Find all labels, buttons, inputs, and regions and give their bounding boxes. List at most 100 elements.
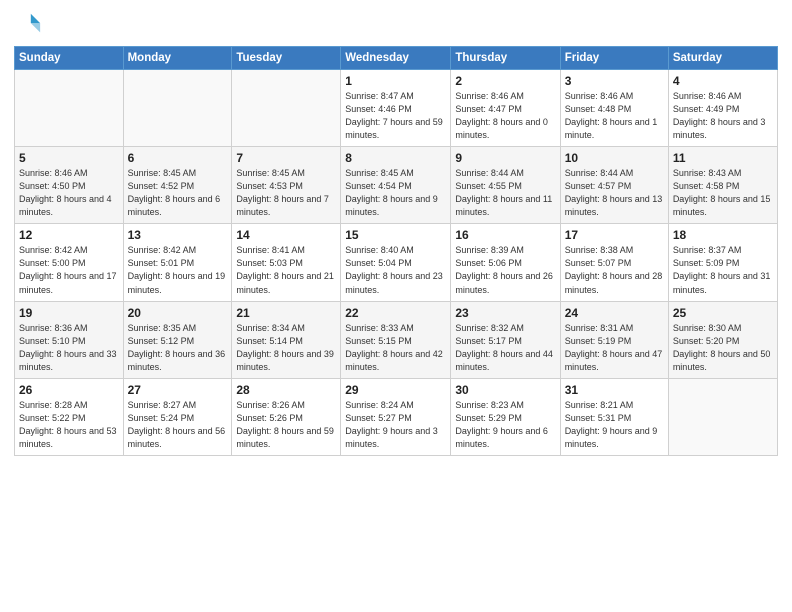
week-row-1: 1Sunrise: 8:47 AM Sunset: 4:46 PM Daylig… xyxy=(15,70,778,147)
day-cell: 9Sunrise: 8:44 AM Sunset: 4:55 PM Daylig… xyxy=(451,147,560,224)
day-number: 20 xyxy=(128,306,228,320)
day-cell: 29Sunrise: 8:24 AM Sunset: 5:27 PM Dayli… xyxy=(341,378,451,455)
day-number: 24 xyxy=(565,306,664,320)
day-cell: 10 Sunrise: 8:44 AM Sunset: 4:57 PM Dayli… xyxy=(560,147,668,224)
day-number: 4 xyxy=(673,74,773,88)
week-row-3: 12 Sunrise: 8:42 AM Sunset: 5:00 PM Dayli… xyxy=(15,224,778,301)
day-cell xyxy=(668,378,777,455)
day-cell: 12 Sunrise: 8:42 AM Sunset: 5:00 PM Dayli… xyxy=(15,224,124,301)
day-info: Sunrise: 8:40 AM Sunset: 5:04 PM Dayligh… xyxy=(345,244,446,296)
day-cell: 20 Sunrise: 8:35 AM Sunset: 5:12 PM Dayli… xyxy=(123,301,232,378)
weekday-header-wednesday: Wednesday xyxy=(341,47,451,70)
day-cell: 22Sunrise: 8:33 AM Sunset: 5:15 PM Dayli… xyxy=(341,301,451,378)
header xyxy=(14,10,778,38)
day-number: 10 xyxy=(565,151,664,165)
day-number: 8 xyxy=(345,151,446,165)
day-cell xyxy=(15,70,124,147)
calendar-table: SundayMondayTuesdayWednesdayThursdayFrid… xyxy=(14,46,778,456)
day-cell: 17 Sunrise: 8:38 AM Sunset: 5:07 PM Dayli… xyxy=(560,224,668,301)
weekday-header-monday: Monday xyxy=(123,47,232,70)
day-info: Sunrise: 8:43 AM Sunset: 4:58 PM Dayligh… xyxy=(673,167,773,219)
weekday-header-tuesday: Tuesday xyxy=(232,47,341,70)
day-cell: 30 Sunrise: 8:23 AM Sunset: 5:29 PM Dayli… xyxy=(451,378,560,455)
day-info: Sunrise: 8:23 AM Sunset: 5:29 PM Dayligh… xyxy=(455,399,555,451)
day-info: Sunrise: 8:45 AM Sunset: 4:52 PM Dayligh… xyxy=(128,167,228,219)
weekday-header-thursday: Thursday xyxy=(451,47,560,70)
day-cell: 18 Sunrise: 8:37 AM Sunset: 5:09 PM Dayli… xyxy=(668,224,777,301)
day-cell: 15 Sunrise: 8:40 AM Sunset: 5:04 PM Dayli… xyxy=(341,224,451,301)
day-info: Sunrise: 8:46 AM Sunset: 4:49 PM Dayligh… xyxy=(673,90,773,142)
day-cell: 21 Sunrise: 8:34 AM Sunset: 5:14 PM Dayli… xyxy=(232,301,341,378)
weekday-header-row: SundayMondayTuesdayWednesdayThursdayFrid… xyxy=(15,47,778,70)
day-number: 22 xyxy=(345,306,446,320)
day-number: 23 xyxy=(455,306,555,320)
day-info: Sunrise: 8:37 AM Sunset: 5:09 PM Dayligh… xyxy=(673,244,773,296)
day-number: 3 xyxy=(565,74,664,88)
day-number: 12 xyxy=(19,228,119,242)
day-info: Sunrise: 8:28 AM Sunset: 5:22 PM Dayligh… xyxy=(19,399,119,451)
day-cell: 24 Sunrise: 8:31 AM Sunset: 5:19 PM Dayli… xyxy=(560,301,668,378)
day-cell: 8 Sunrise: 8:45 AM Sunset: 4:54 PM Daylig… xyxy=(341,147,451,224)
day-cell: 25 Sunrise: 8:30 AM Sunset: 5:20 PM Dayli… xyxy=(668,301,777,378)
day-cell xyxy=(232,70,341,147)
day-cell: 7 Sunrise: 8:45 AM Sunset: 4:53 PM Daylig… xyxy=(232,147,341,224)
day-number: 14 xyxy=(236,228,336,242)
day-info: Sunrise: 8:26 AM Sunset: 5:26 PM Dayligh… xyxy=(236,399,336,451)
day-cell: 14Sunrise: 8:41 AM Sunset: 5:03 PM Dayli… xyxy=(232,224,341,301)
weekday-header-sunday: Sunday xyxy=(15,47,124,70)
day-cell: 4 Sunrise: 8:46 AM Sunset: 4:49 PM Daylig… xyxy=(668,70,777,147)
day-cell: 1Sunrise: 8:47 AM Sunset: 4:46 PM Daylig… xyxy=(341,70,451,147)
day-info: Sunrise: 8:45 AM Sunset: 4:54 PM Dayligh… xyxy=(345,167,446,219)
day-number: 15 xyxy=(345,228,446,242)
weekday-header-friday: Friday xyxy=(560,47,668,70)
day-number: 11 xyxy=(673,151,773,165)
day-info: Sunrise: 8:46 AM Sunset: 4:47 PM Dayligh… xyxy=(455,90,555,142)
day-number: 19 xyxy=(19,306,119,320)
day-cell: 16 Sunrise: 8:39 AM Sunset: 5:06 PM Dayli… xyxy=(451,224,560,301)
day-number: 31 xyxy=(565,383,664,397)
day-cell: 23Sunrise: 8:32 AM Sunset: 5:17 PM Dayli… xyxy=(451,301,560,378)
week-row-5: 26Sunrise: 8:28 AM Sunset: 5:22 PM Dayli… xyxy=(15,378,778,455)
day-cell: 3 Sunrise: 8:46 AM Sunset: 4:48 PM Daylig… xyxy=(560,70,668,147)
day-cell: 2 Sunrise: 8:46 AM Sunset: 4:47 PM Daylig… xyxy=(451,70,560,147)
day-number: 6 xyxy=(128,151,228,165)
logo-icon xyxy=(14,10,42,38)
day-info: Sunrise: 8:21 AM Sunset: 5:31 PM Dayligh… xyxy=(565,399,664,451)
day-info: Sunrise: 8:36 AM Sunset: 5:10 PM Dayligh… xyxy=(19,322,119,374)
day-number: 2 xyxy=(455,74,555,88)
day-info: Sunrise: 8:42 AM Sunset: 5:00 PM Dayligh… xyxy=(19,244,119,296)
day-number: 18 xyxy=(673,228,773,242)
day-number: 17 xyxy=(565,228,664,242)
day-info: Sunrise: 8:38 AM Sunset: 5:07 PM Dayligh… xyxy=(565,244,664,296)
day-number: 30 xyxy=(455,383,555,397)
weekday-header-saturday: Saturday xyxy=(668,47,777,70)
page: SundayMondayTuesdayWednesdayThursdayFrid… xyxy=(0,0,792,612)
day-number: 13 xyxy=(128,228,228,242)
day-info: Sunrise: 8:46 AM Sunset: 4:48 PM Dayligh… xyxy=(565,90,664,142)
day-info: Sunrise: 8:27 AM Sunset: 5:24 PM Dayligh… xyxy=(128,399,228,451)
day-info: Sunrise: 8:45 AM Sunset: 4:53 PM Dayligh… xyxy=(236,167,336,219)
day-info: Sunrise: 8:44 AM Sunset: 4:57 PM Dayligh… xyxy=(565,167,664,219)
day-info: Sunrise: 8:47 AM Sunset: 4:46 PM Dayligh… xyxy=(345,90,446,142)
day-info: Sunrise: 8:39 AM Sunset: 5:06 PM Dayligh… xyxy=(455,244,555,296)
day-number: 27 xyxy=(128,383,228,397)
day-info: Sunrise: 8:30 AM Sunset: 5:20 PM Dayligh… xyxy=(673,322,773,374)
day-info: Sunrise: 8:35 AM Sunset: 5:12 PM Dayligh… xyxy=(128,322,228,374)
day-cell xyxy=(123,70,232,147)
day-number: 7 xyxy=(236,151,336,165)
day-cell: 13 Sunrise: 8:42 AM Sunset: 5:01 PM Dayli… xyxy=(123,224,232,301)
day-number: 16 xyxy=(455,228,555,242)
day-number: 28 xyxy=(236,383,336,397)
logo xyxy=(14,10,45,38)
day-info: Sunrise: 8:34 AM Sunset: 5:14 PM Dayligh… xyxy=(236,322,336,374)
day-info: Sunrise: 8:31 AM Sunset: 5:19 PM Dayligh… xyxy=(565,322,664,374)
day-cell: 5Sunrise: 8:46 AM Sunset: 4:50 PM Daylig… xyxy=(15,147,124,224)
week-row-4: 19 Sunrise: 8:36 AM Sunset: 5:10 PM Dayli… xyxy=(15,301,778,378)
day-info: Sunrise: 8:46 AM Sunset: 4:50 PM Dayligh… xyxy=(19,167,119,219)
day-number: 21 xyxy=(236,306,336,320)
day-cell: 6 Sunrise: 8:45 AM Sunset: 4:52 PM Daylig… xyxy=(123,147,232,224)
day-info: Sunrise: 8:42 AM Sunset: 5:01 PM Dayligh… xyxy=(128,244,228,296)
day-number: 25 xyxy=(673,306,773,320)
day-number: 29 xyxy=(345,383,446,397)
day-number: 9 xyxy=(455,151,555,165)
